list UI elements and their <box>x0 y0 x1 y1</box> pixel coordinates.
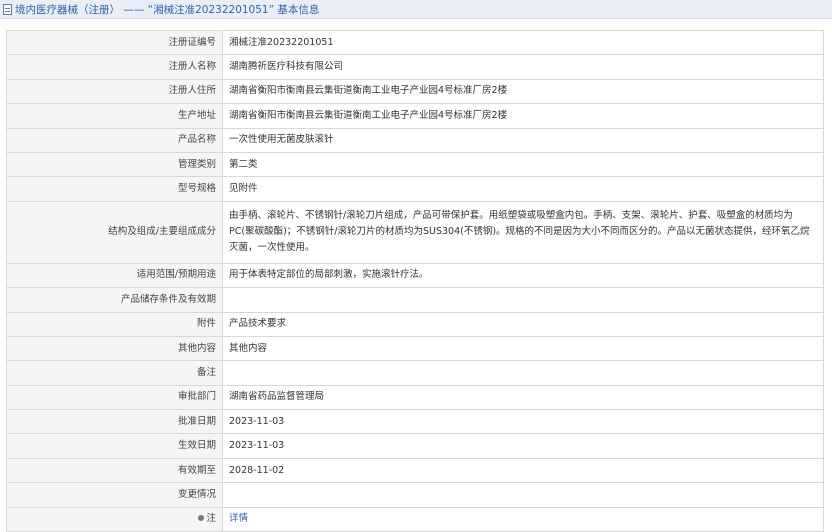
row-label: 注 <box>206 513 216 525</box>
production-address-value: 湖南省衡阳市衡南县云集街道衡南工业电子产业园4号标准厂房2楼 <box>222 103 824 129</box>
table-row: 适用范围/预期用途 用于体表特定部位的局部刺激，实施滚针疗法。 <box>6 262 824 289</box>
row-label: 有效期至 <box>6 457 223 484</box>
table-row: 管理类别 第二类 <box>6 151 824 178</box>
table-row: 生效日期 2023-11-03 <box>6 433 824 459</box>
details-link[interactable]: 详情 <box>229 513 248 524</box>
row-label: 型号规格 <box>6 176 223 202</box>
row-label: 附件 <box>6 311 223 337</box>
row-label: 审批部门 <box>6 384 223 411</box>
table-row: 产品储存条件及有效期 <box>6 287 824 313</box>
attachment-value: 产品技术要求 <box>222 311 824 337</box>
row-label: 变更情况 <box>6 482 223 508</box>
info-table: 注册证编号 湘械注准20232201051 注册人名称 湖南腾祈医疗科技有限公司… <box>6 29 824 532</box>
table-row: 有效期至 2028-11-02 <box>6 457 824 484</box>
product-name-value: 一次性使用无菌皮肤滚针 <box>222 127 824 153</box>
intended-use-value: 用于体表特定部位的局部刺激，实施滚针疗法。 <box>222 262 824 289</box>
management-category-value: 第二类 <box>222 151 824 178</box>
document-icon <box>3 3 12 15</box>
table-row: 生产地址 湖南省衡阳市衡南县云集街道衡南工业电子产业园4号标准厂房2楼 <box>6 103 824 129</box>
other-content-value: 其他内容 <box>222 335 824 362</box>
table-row: 变更情况 <box>6 482 824 508</box>
row-label: 产品名称 <box>6 127 223 153</box>
row-label: 适用范围/预期用途 <box>6 262 223 289</box>
table-row: 附件 产品技术要求 <box>6 311 824 337</box>
details-cell: 详情 <box>222 506 824 532</box>
row-label: 结构及组成/主要组成成分 <box>6 200 223 264</box>
model-spec-value: 见附件 <box>222 176 824 202</box>
row-label: 管理类别 <box>6 151 223 178</box>
table-row: 结构及组成/主要组成成分 由手柄、滚轮片、不锈钢针/滚轮刀片组成，产品可带保护套… <box>6 200 824 264</box>
remarks-value <box>222 360 824 386</box>
registration-number-value: 湘械注准20232201051 <box>222 29 824 56</box>
approval-date-value: 2023-11-03 <box>222 409 824 435</box>
row-label: 生产地址 <box>6 103 223 129</box>
table-row: 型号规格 见附件 <box>6 176 824 202</box>
table-row: 注册证编号 湘械注准20232201051 <box>6 29 824 56</box>
expiry-date-value: 2028-11-02 <box>222 457 824 484</box>
table-row: 注 详情 <box>6 506 824 532</box>
row-label: 注册人住所 <box>6 78 223 105</box>
row-label: 注册证编号 <box>6 29 223 56</box>
note-label-cell: 注 <box>6 506 223 532</box>
page-title-bar: 境内医疗器械（注册） —— “湘械注准20232201051” 基本信息 <box>0 0 832 19</box>
pin-icon <box>198 514 205 521</box>
row-label: 产品储存条件及有效期 <box>6 287 223 313</box>
row-label: 注册人名称 <box>6 54 223 80</box>
row-label: 生效日期 <box>6 433 223 459</box>
effective-date-value: 2023-11-03 <box>222 433 824 459</box>
row-label: 批准日期 <box>6 409 223 435</box>
table-row: 注册人住所 湖南省衡阳市衡南县云集街道衡南工业电子产业园4号标准厂房2楼 <box>6 78 824 105</box>
table-row: 其他内容 其他内容 <box>6 335 824 362</box>
table-row: 产品名称 一次性使用无菌皮肤滚针 <box>6 127 824 153</box>
structure-composition-value: 由手柄、滚轮片、不锈钢针/滚轮刀片组成，产品可带保护套。用纸塑袋或吸塑盒内包。手… <box>222 200 824 264</box>
table-row: 注册人名称 湖南腾祈医疗科技有限公司 <box>6 54 824 80</box>
table-row: 批准日期 2023-11-03 <box>6 409 824 435</box>
row-label: 备注 <box>6 360 223 386</box>
table-row: 审批部门 湖南省药品监督管理局 <box>6 384 824 411</box>
storage-conditions-value <box>222 287 824 313</box>
change-history-value <box>222 482 824 508</box>
page-title: 境内医疗器械（注册） —— “湘械注准20232201051” 基本信息 <box>15 3 320 16</box>
table-row: 备注 <box>6 360 824 386</box>
registrant-address-value: 湖南省衡阳市衡南县云集街道衡南工业电子产业园4号标准厂房2楼 <box>222 78 824 105</box>
approval-department-value: 湖南省药品监督管理局 <box>222 384 824 411</box>
registrant-name-value: 湖南腾祈医疗科技有限公司 <box>222 54 824 80</box>
row-label: 其他内容 <box>6 335 223 362</box>
